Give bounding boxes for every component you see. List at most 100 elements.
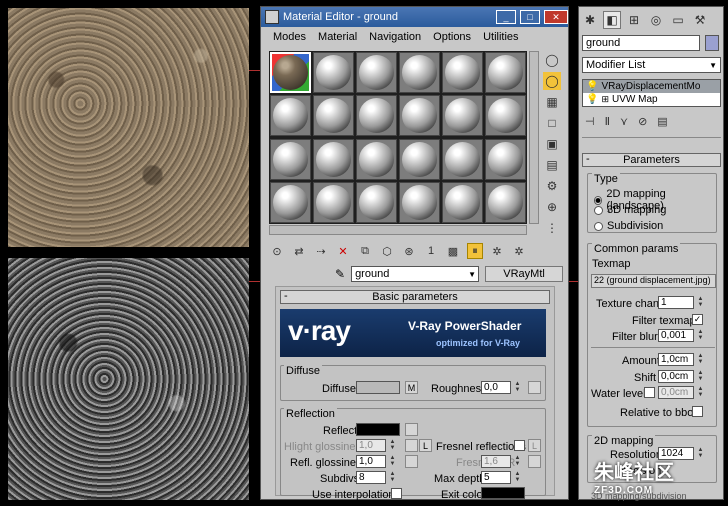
sample-slot[interactable] <box>399 95 440 137</box>
filter-texmap-checkbox[interactable]: ✓ <box>692 314 703 325</box>
slots-horizontal-scrollbar[interactable] <box>269 225 527 235</box>
minimize-button[interactable]: _ <box>496 10 516 24</box>
show-map-in-viewport-icon[interactable]: 1 <box>423 243 439 259</box>
sample-slot[interactable] <box>485 138 526 180</box>
water-level-spinner[interactable]: 0,0cm <box>658 386 694 399</box>
sample-slot[interactable] <box>442 138 483 180</box>
hilight-spinner-arrows[interactable]: ▲ ▼ <box>388 439 397 452</box>
sample-slot[interactable] <box>356 52 397 93</box>
hilight-map-button[interactable] <box>405 439 418 452</box>
backlight-icon[interactable]: ◯ <box>543 72 561 90</box>
stack-item-uvw-map[interactable]: 💡 ⊞ UVW Map <box>583 93 720 106</box>
display-tab-icon[interactable]: ▭ <box>669 11 687 29</box>
sample-slot[interactable] <box>313 95 354 137</box>
close-button[interactable]: ✕ <box>544 10 568 24</box>
fresnel-ior-spinner[interactable]: 1,6 <box>481 455 511 468</box>
fresnel-ior-spinner-arrows[interactable]: ▲ ▼ <box>513 455 522 468</box>
material-map-navigator-icon[interactable]: ⋮ <box>543 219 561 237</box>
roughness-map-button[interactable] <box>528 381 541 394</box>
subdivs-spinner[interactable]: 8 <box>356 471 386 484</box>
sample-slot[interactable] <box>313 138 354 180</box>
make-unique-icon[interactable]: ⧉ <box>357 243 373 259</box>
show-end-result-icon[interactable]: ▩ <box>445 243 461 259</box>
slots-vertical-scrollbar[interactable] <box>529 51 539 224</box>
bulb-icon[interactable]: 💡 <box>586 81 598 92</box>
texture-chan-arrows[interactable]: ▲ ▼ <box>696 296 705 309</box>
filter-blur-spinner[interactable]: 0,001 <box>658 329 694 342</box>
expand-icon[interactable]: ⊞ <box>601 94 609 105</box>
show-end-result-icon[interactable]: Ⅱ <box>605 115 610 128</box>
modify-tab-icon[interactable]: ◧ <box>603 11 621 29</box>
sample-slot[interactable] <box>485 95 526 137</box>
sample-slot[interactable] <box>442 95 483 137</box>
fresnel-lock-button[interactable]: L <box>528 439 541 452</box>
put-to-library-icon[interactable]: ⬡ <box>379 243 395 259</box>
texture-chan-spinner[interactable]: 1 <box>658 296 694 309</box>
fresnel-ior-map-button[interactable] <box>528 455 541 468</box>
max-depth-spinner[interactable]: 5 <box>481 471 511 484</box>
options-icon[interactable]: ⚙ <box>543 177 561 195</box>
sample-slot[interactable] <box>399 181 440 223</box>
menu-material[interactable]: Material <box>312 29 363 45</box>
reflect-color-swatch[interactable] <box>356 423 400 436</box>
amount-spinner[interactable]: 1,0cm <box>658 353 694 366</box>
roughness-spinner-arrows[interactable]: ▲ ▼ <box>513 381 522 394</box>
sample-slot[interactable] <box>270 138 311 180</box>
reflect-map-button[interactable] <box>405 423 418 436</box>
menu-options[interactable]: Options <box>427 29 477 45</box>
reset-map-icon[interactable]: ✕ <box>335 243 351 259</box>
create-tab-icon[interactable]: ✱ <box>581 11 599 29</box>
sample-slot[interactable] <box>270 52 311 93</box>
type-3d-mapping[interactable]: 3D mapping <box>594 204 666 216</box>
object-name-field[interactable]: ground <box>582 35 700 51</box>
configure-modifier-sets-icon[interactable]: ▤ <box>657 115 667 128</box>
roughness-spinner[interactable]: 0,0 <box>481 381 511 394</box>
maximize-button[interactable]: □ <box>520 10 540 24</box>
select-by-material-icon[interactable]: ⊕ <box>543 198 561 216</box>
utilities-tab-icon[interactable]: ⚒ <box>691 11 709 29</box>
bulb-icon[interactable]: 💡 <box>586 94 598 105</box>
sample-slot[interactable] <box>485 181 526 223</box>
make-preview-icon[interactable]: ▤ <box>543 156 561 174</box>
water-level-checkbox[interactable] <box>644 387 655 398</box>
sample-type-icon[interactable]: ◯ <box>543 51 561 69</box>
sample-slot[interactable] <box>399 138 440 180</box>
material-navigator-icon[interactable]: ✲ <box>511 243 527 259</box>
hilight-glossiness-spinner[interactable]: 1,0 <box>356 439 386 452</box>
pin-stack-icon[interactable]: ⊣ <box>585 115 595 128</box>
radio-subdivision[interactable] <box>594 221 603 231</box>
menu-utilities[interactable]: Utilities <box>477 29 524 45</box>
refl-glossiness-spinner[interactable]: 1,0 <box>356 455 386 468</box>
sample-slot[interactable] <box>313 52 354 93</box>
sample-slot[interactable] <box>356 95 397 137</box>
shift-spinner[interactable]: 0,0cm <box>658 370 694 383</box>
subdivs-spinner-arrows[interactable]: ▲ ▼ <box>388 471 397 484</box>
refl-gloss-map-button[interactable] <box>405 455 418 468</box>
get-material-icon[interactable]: ⊙ <box>269 243 285 259</box>
max-depth-spinner-arrows[interactable]: ▲ ▼ <box>513 471 522 484</box>
material-id-channel-icon[interactable]: ⊛ <box>401 243 417 259</box>
go-to-parent-icon[interactable]: ⏸ <box>467 243 483 259</box>
sample-slot[interactable] <box>442 181 483 223</box>
texmap-button[interactable]: 22 (ground displacement.jpg) <box>591 274 716 288</box>
remove-modifier-icon[interactable]: ⊘ <box>638 115 647 128</box>
modifier-list-dropdown[interactable]: Modifier List ▼ <box>582 57 721 73</box>
background-icon[interactable]: ▦ <box>543 93 561 111</box>
object-color-swatch[interactable] <box>705 35 719 51</box>
sample-slot[interactable] <box>485 52 526 93</box>
sample-slot[interactable] <box>313 181 354 223</box>
filter-blur-arrows[interactable]: ▲ ▼ <box>696 329 705 342</box>
sample-slot[interactable] <box>442 52 483 93</box>
put-to-scene-icon[interactable]: ⇄ <box>291 243 307 259</box>
use-interpolation-checkbox[interactable] <box>391 488 402 499</box>
sample-slot[interactable] <box>270 95 311 137</box>
diffuse-map-button[interactable]: M <box>405 381 418 394</box>
type-subdivision[interactable]: Subdivision <box>594 220 663 232</box>
sample-slot[interactable] <box>270 181 311 223</box>
make-unique-icon[interactable]: ⋎ <box>620 115 628 128</box>
uv-tiling-icon[interactable]: □ <box>543 114 561 132</box>
hierarchy-tab-icon[interactable]: ⊞ <box>625 11 643 29</box>
basic-parameters-rollout-header[interactable]: - Basic parameters <box>280 290 550 304</box>
fresnel-reflections-checkbox[interactable] <box>514 440 525 451</box>
menu-modes[interactable]: Modes <box>267 29 312 45</box>
